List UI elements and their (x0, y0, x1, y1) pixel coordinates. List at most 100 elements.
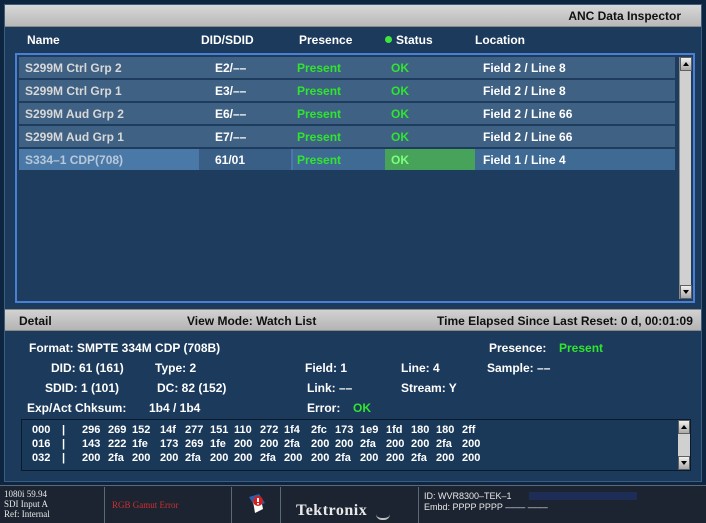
signal-info: 1080i 59.94 SDI Input A Ref: Internal (0, 487, 105, 523)
list-rows: S299M Ctrl Grp 2 E2/–– Present OK Field … (19, 57, 675, 172)
column-name-header[interactable]: Name (27, 33, 60, 47)
detail-presence-value: Present (559, 341, 604, 355)
view-mode[interactable]: View Mode: Watch List (187, 314, 316, 328)
hex-value: 200 (132, 452, 151, 464)
hex-row: 032 | 200 2fa 200 200 2fa 200 200 2fa 200 200 2fa 200… (22, 452, 672, 465)
device-id-text: ID: WVR8300–TEK–1 (424, 491, 512, 501)
hex-value: 200 (411, 438, 430, 450)
id-bar (529, 492, 637, 500)
row-location: Field 2 / Line 8 (483, 61, 566, 75)
scroll-up-button[interactable] (680, 57, 692, 71)
brand-logo: Tektronix (296, 502, 368, 519)
hex-value: 2fa (284, 438, 300, 450)
hex-scrollbar[interactable] (678, 420, 690, 470)
logo-swoosh-icon (376, 514, 390, 520)
hex-value: 1e9 (360, 424, 379, 436)
hex-row: 016 | 143 222 1fe 173 269 1fe 200 200 2fa 200 200 2fa… (22, 438, 672, 451)
arrow-down-icon (681, 461, 687, 465)
hex-value: 200 (284, 452, 303, 464)
row-did: E6/–– (215, 107, 247, 121)
hex-offset: 016 (32, 438, 51, 450)
row-name: S299M Aud Grp 2 (25, 107, 124, 121)
hex-value: 2fa (360, 438, 376, 450)
row-status: OK (391, 130, 409, 144)
hex-value: 1fe (210, 438, 226, 450)
alarm-icon-box (233, 487, 281, 523)
row-name: S299M Ctrl Grp 2 (25, 61, 122, 75)
row-name: S299M Aud Grp 1 (25, 130, 124, 144)
row-did: 61/01 (215, 153, 246, 167)
hex-value: 200 (335, 438, 354, 450)
hex-value: 200 (234, 452, 253, 464)
list-item[interactable]: S299M Aud Grp 1 E7/–– Present OK Field 2… (19, 126, 675, 147)
hex-value: 2fa (108, 452, 124, 464)
detail-dc: DC: 82 (152) (157, 381, 227, 395)
hex-scroll-up-button[interactable] (678, 420, 690, 434)
hex-value: 200 (82, 452, 101, 464)
hex-value: 277 (185, 424, 204, 436)
detail-error-label: Error: (307, 401, 341, 415)
column-status-header[interactable]: Status (385, 33, 433, 47)
hex-value: 2fa (335, 452, 351, 464)
column-presence-header[interactable]: Presence (299, 33, 352, 47)
hex-value: 2fa (185, 452, 201, 464)
detail-presence-label: Presence: (489, 341, 547, 355)
hex-dump[interactable]: 000 | 296 269 152 14f 277 151 110 272 1f4 2fc 173 1e9… (21, 419, 691, 471)
row-name: S299M Ctrl Grp 1 (25, 84, 122, 98)
list-item-selected[interactable]: S334–1 CDP(708) 61/01 Present OK Field 1… (19, 149, 675, 170)
hex-value: 2fa (260, 452, 276, 464)
hex-value: 200 (160, 452, 179, 464)
row-status: OK (391, 84, 409, 98)
hex-value: 200 (311, 452, 330, 464)
hex-value: 200 (462, 438, 481, 450)
hex-value: 222 (108, 438, 127, 450)
scroll-down-button[interactable] (680, 285, 692, 299)
column-location-header[interactable]: Location (475, 33, 525, 47)
hex-value: 296 (82, 424, 101, 436)
list-item[interactable]: S299M Ctrl Grp 1 E3/–– Present OK Field … (19, 80, 675, 101)
list-item[interactable]: S299M Ctrl Grp 2 E2/–– Present OK Field … (19, 57, 675, 78)
hex-value: 269 (108, 424, 127, 436)
hex-separator: | (62, 452, 66, 464)
list-item[interactable]: S299M Aud Grp 2 E6/–– Present OK Field 2… (19, 103, 675, 124)
hex-value: 200 (436, 452, 455, 464)
hex-offset: 000 (32, 424, 51, 436)
anc-packet-list[interactable]: S299M Ctrl Grp 2 E2/–– Present OK Field … (15, 53, 695, 303)
detail-checksum-label: Exp/Act Chksum: (27, 401, 127, 415)
detail-info: Format: SMPTE 334M CDP (708B) Presence: … (5, 331, 701, 421)
detail-type: Type: 2 (155, 361, 197, 375)
status-bar: 1080i 59.94 SDI Input A Ref: Internal RG… (0, 485, 706, 523)
row-presence: Present (297, 61, 342, 75)
detail-link: Link: –– (307, 381, 353, 395)
row-location: Field 1 / Line 4 (483, 153, 566, 167)
hex-value: 173 (335, 424, 354, 436)
hex-value: 1fe (132, 438, 148, 450)
window-title: ANC Data Inspector (568, 9, 681, 23)
row-location: Field 2 / Line 66 (483, 107, 573, 121)
hex-value: 151 (210, 424, 229, 436)
anc-data-inspector-panel: ANC Data Inspector Name DID/SDID Presenc… (4, 4, 702, 482)
alarm-warning-icon[interactable] (247, 493, 267, 515)
hex-row: 000 | 296 269 152 14f 277 151 110 272 1f4 2fc 173 1e9… (22, 424, 672, 437)
column-did-header[interactable]: DID/SDID (201, 33, 254, 47)
list-scrollbar[interactable] (679, 57, 692, 299)
hex-value: 152 (132, 424, 151, 436)
hex-value: 110 (234, 424, 252, 436)
detail-format: Format: SMPTE 334M CDP (708B) (29, 341, 221, 355)
hex-value: 2ff (462, 424, 476, 436)
hex-scroll-down-button[interactable] (678, 456, 690, 470)
detail-header-bar: Detail View Mode: Watch List Time Elapse… (5, 309, 701, 331)
hex-separator: | (62, 424, 66, 436)
detail-sdid: SDID: 1 (101) (45, 381, 120, 395)
detail-sample: Sample: –– (487, 361, 551, 375)
row-status: OK (391, 107, 409, 121)
row-presence: Present (297, 107, 342, 121)
elapsed-time: Time Elapsed Since Last Reset: 0 d, 00:0… (437, 314, 693, 328)
row-did: E7/–– (215, 130, 247, 144)
hex-value: 2fa (411, 452, 427, 464)
hex-value: 180 (411, 424, 430, 436)
hex-separator: | (62, 438, 66, 450)
hex-value: 14f (160, 424, 176, 436)
row-status: OK (391, 153, 409, 167)
signal-input: SDI Input A (4, 499, 49, 509)
